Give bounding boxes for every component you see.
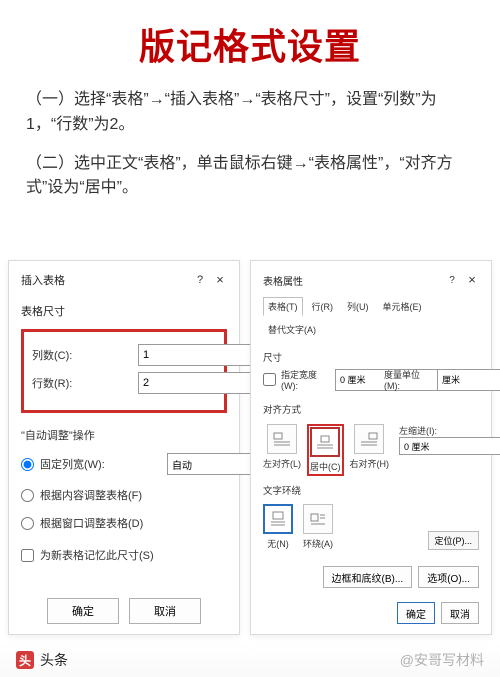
align-right-icon [360, 430, 378, 448]
fixed-width-radio[interactable] [21, 458, 34, 471]
fixed-width-label: 固定列宽(W): [40, 456, 105, 472]
indent-input[interactable] [399, 437, 500, 455]
unit-label: 度量单位(M): [384, 368, 434, 391]
instruction-1: （一）选择“表格”→“插入表格”→“表格尺寸”，设置“列数”为1，“行数”为2。 [26, 88, 474, 138]
fit-content-label: 根据内容调整表格(F) [40, 487, 142, 503]
cancel-button[interactable]: 取消 [441, 602, 479, 624]
align-left-option[interactable]: 左对齐(L) [263, 424, 301, 470]
table-size-label: 表格尺寸 [21, 303, 227, 319]
page-title: 版记格式设置 [26, 18, 474, 70]
fit-content-radio[interactable] [21, 489, 34, 502]
tab-col[interactable]: 列(U) [342, 297, 374, 316]
tab-table[interactable]: 表格(T) [263, 297, 303, 316]
autofit-title: "自动调整"操作 [21, 427, 227, 443]
align-right-option[interactable]: 右对齐(H) [350, 424, 390, 470]
indent-label: 左缩进(I): [399, 424, 449, 437]
highlight-box: 列数(C): ▲ ▼ 行数(R): ▲ ▼ [21, 329, 227, 413]
footer: 头 头条 @安哥写材料 [0, 643, 500, 677]
align-center-icon [316, 433, 334, 451]
tab-cell[interactable]: 单元格(E) [378, 297, 427, 316]
close-icon[interactable]: × [213, 274, 227, 286]
insert-table-dialog: 插入表格 ? × 表格尺寸 列数(C): ▲ ▼ 行数(R): [8, 260, 240, 635]
insert-dialog-title: 插入表格 [21, 272, 193, 288]
borders-button[interactable]: 边框和底纹(B)... [323, 566, 413, 588]
align-left-icon [273, 430, 291, 448]
align-right-label: 右对齐(H) [350, 457, 390, 470]
rows-label: 行数(R): [32, 375, 138, 391]
pref-width-checkbox[interactable] [263, 373, 276, 386]
wrap-none-option[interactable]: 无(N) [263, 504, 293, 550]
pref-width-label: 指定宽度(W): [281, 368, 332, 391]
unit-input[interactable] [437, 369, 500, 391]
wrap-around-option[interactable]: 环绕(A) [303, 504, 333, 550]
footer-brand: 头条 [40, 650, 68, 670]
tab-row[interactable]: 行(R) [307, 297, 339, 316]
wrap-none-icon [269, 510, 287, 528]
locate-button[interactable]: 定位(P)... [428, 531, 480, 550]
fit-window-radio[interactable] [21, 517, 34, 530]
options-button[interactable]: 选项(O)... [418, 566, 479, 588]
footer-author: @安哥写材料 [400, 650, 484, 670]
size-label: 尺寸 [263, 350, 479, 364]
ok-button[interactable]: 确定 [397, 602, 435, 624]
wrap-label: 文字环绕 [263, 483, 479, 497]
remember-checkbox[interactable] [21, 549, 34, 562]
alignment-label: 对齐方式 [263, 402, 479, 416]
help-icon[interactable]: ? [445, 275, 459, 286]
toutiao-logo-icon: 头 [16, 651, 34, 669]
help-icon[interactable]: ? [193, 274, 207, 286]
props-dialog-title: 表格属性 [263, 273, 445, 288]
align-left-label: 左对齐(L) [263, 457, 301, 470]
ok-button[interactable]: 确定 [47, 598, 119, 624]
instruction-2: （二）选中正文“表格”，单击鼠标右键→“表格属性”，“对齐方式”设为“居中”。 [26, 152, 474, 202]
remember-label: 为新表格记忆此尺寸(S) [40, 547, 154, 563]
align-center-label: 居中(C) [310, 460, 341, 473]
cancel-button[interactable]: 取消 [129, 598, 201, 624]
columns-label: 列数(C): [32, 347, 138, 363]
fit-window-label: 根据窗口调整表格(D) [40, 515, 143, 531]
wrap-around-label: 环绕(A) [303, 537, 333, 550]
wrap-none-label: 无(N) [267, 537, 289, 550]
tab-alt[interactable]: 替代文字(A) [263, 320, 321, 339]
close-icon[interactable]: × [465, 274, 479, 286]
align-center-option[interactable]: 居中(C) [310, 427, 341, 473]
table-properties-dialog: 表格属性 ? × 表格(T) 行(R) 列(U) 单元格(E) 替代文字(A) … [250, 260, 492, 635]
wrap-around-icon [309, 510, 327, 528]
